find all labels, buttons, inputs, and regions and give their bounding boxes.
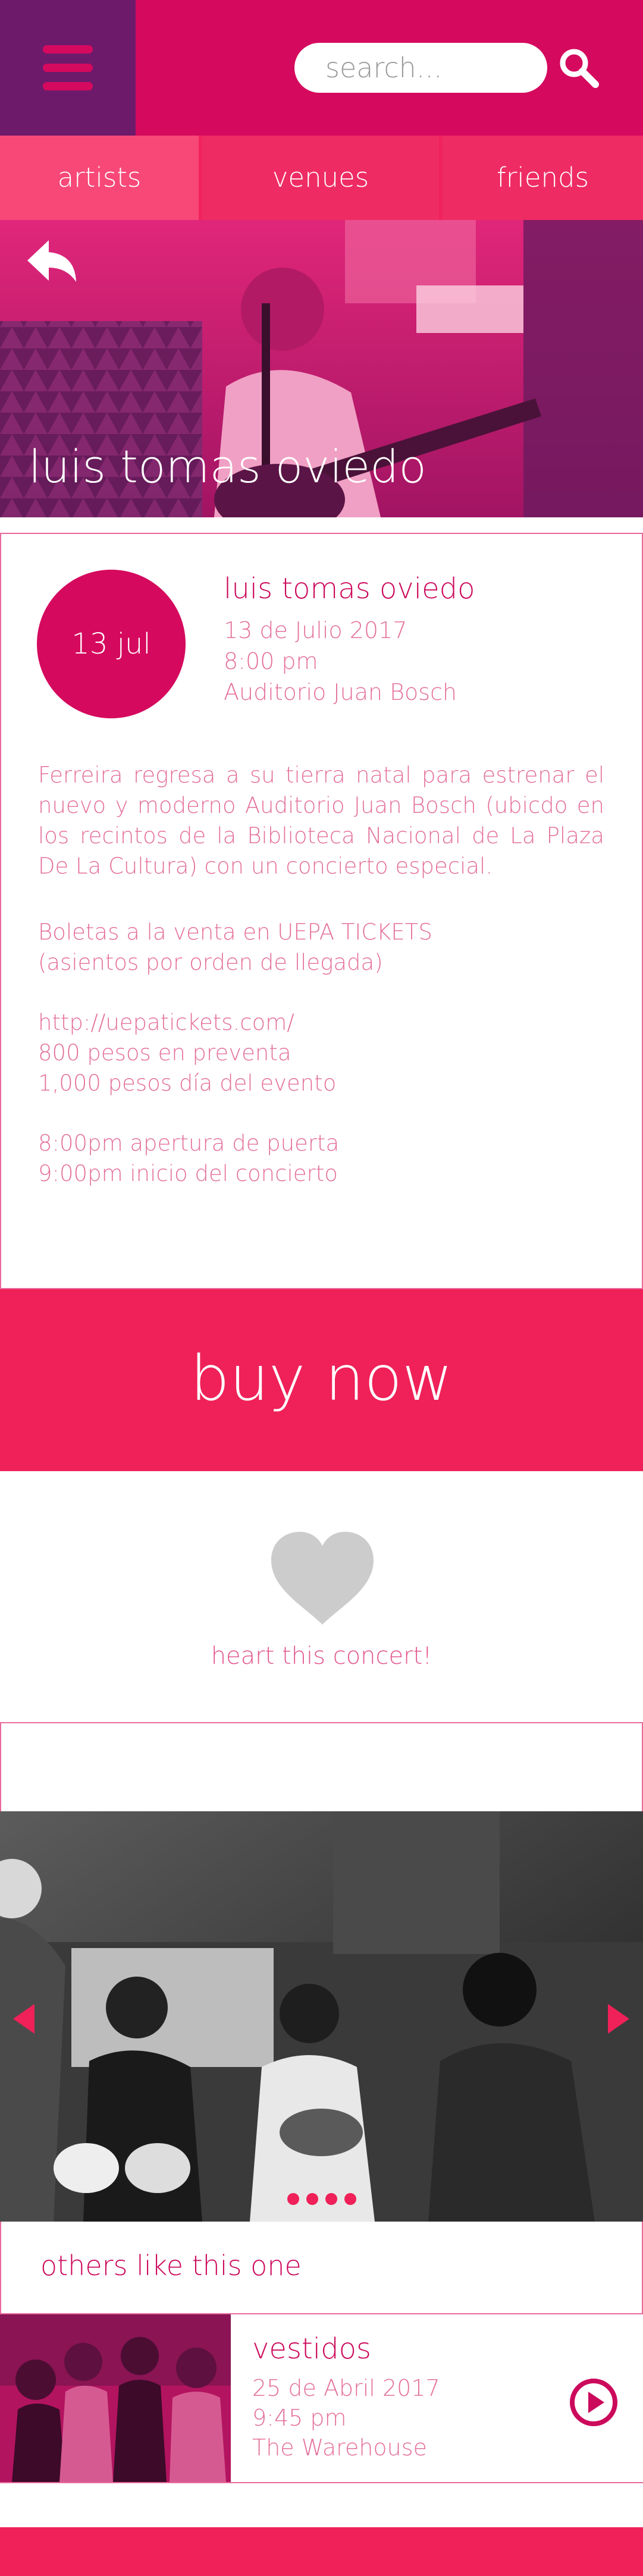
carousel-dot[interactable]: [306, 2193, 318, 2205]
carousel-prev-icon[interactable]: [13, 2004, 34, 2034]
related-event-date: 25 de Abril 2017: [252, 2375, 440, 2401]
event-title: luis tomas oviedo: [224, 572, 475, 605]
event-time: 8:00 pm: [224, 648, 318, 674]
carousel-dot[interactable]: [325, 2193, 337, 2205]
tab-friends[interactable]: friends: [443, 136, 643, 220]
carousel-indicators: [0, 2193, 643, 2207]
artist-name-title: luis tomas oviedo: [29, 440, 426, 493]
doors-time-line: 8:00pm apertura de puerta: [38, 1130, 340, 1156]
tab-venues[interactable]: venues: [202, 136, 439, 220]
gallery-top-border: [0, 1722, 643, 1723]
back-arrow-icon[interactable]: [25, 238, 79, 283]
ticket-info-line: Boletas a la venta en UEPA TICKETS: [38, 919, 432, 945]
related-event-venue: The Warehouse: [252, 2434, 427, 2461]
app-header: search...: [0, 0, 643, 136]
date-badge: 13 jul: [37, 570, 186, 718]
carousel-next-icon[interactable]: [608, 2004, 629, 2034]
nav-tabs: artists venues friends: [0, 136, 643, 220]
related-event-time: 9:45 pm: [252, 2405, 347, 2431]
footer-bar: [0, 2527, 643, 2576]
carousel-dot[interactable]: [287, 2193, 299, 2205]
event-description: Ferreira regresa a su tierra natal para …: [38, 762, 604, 879]
seating-info-line: (asientos por orden de llegada): [38, 950, 383, 975]
photo-carousel[interactable]: [0, 1811, 643, 2222]
hamburger-menu-icon: [43, 64, 93, 72]
hamburger-menu-icon: [43, 82, 93, 90]
search-input[interactable]: search...: [294, 43, 547, 93]
related-event-item[interactable]: vestidos 25 de Abril 2017 9:45 pm The Wa…: [0, 2314, 643, 2482]
event-details-card: 13 jul luis tomas oviedo 13 de Julio 201…: [0, 533, 643, 1289]
carousel-dot[interactable]: [344, 2193, 356, 2205]
heart-concert-label[interactable]: heart this concert!: [0, 1642, 643, 1670]
presale-price-line: 800 pesos en preventa: [38, 1040, 291, 1066]
heart-icon[interactable]: [269, 1531, 376, 1626]
event-date: 13 de Julio 2017: [224, 617, 407, 643]
tab-artists[interactable]: artists: [0, 136, 199, 220]
play-icon[interactable]: [570, 2379, 617, 2426]
hamburger-menu-icon: [43, 45, 93, 54]
search-icon[interactable]: [557, 46, 600, 89]
others-bottom-border: [0, 2482, 643, 2483]
start-time-line: 9:00pm inicio del concierto: [38, 1161, 338, 1186]
buy-now-button[interactable]: buy now: [0, 1289, 643, 1471]
day-price-line: 1,000 pesos día del evento: [38, 1070, 337, 1096]
ticket-url-link[interactable]: http://uepatickets.com/: [38, 1010, 294, 1035]
related-event-thumbnail: [0, 2314, 231, 2482]
hero-banner: luis tomas oviedo: [0, 220, 643, 517]
related-event-title: vestidos: [252, 2332, 371, 2365]
carousel-photo: [0, 1811, 643, 2222]
others-section-title: others like this one: [40, 2250, 302, 2282]
menu-button[interactable]: [0, 0, 136, 136]
event-venue: Auditorio Juan Bosch: [224, 679, 457, 705]
